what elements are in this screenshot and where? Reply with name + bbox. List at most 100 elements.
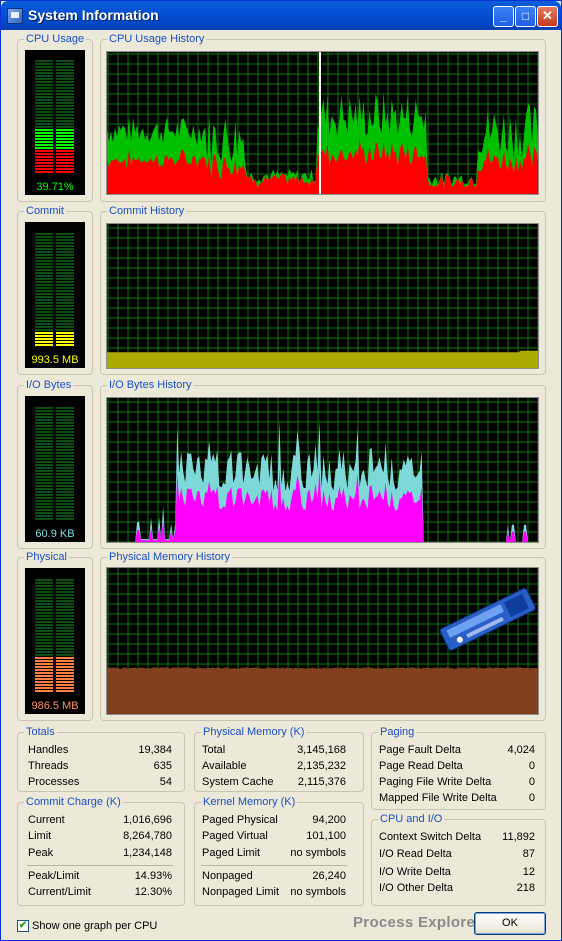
one-graph-per-cpu-checkbox[interactable]: ✔	[17, 920, 29, 932]
ok-button[interactable]: OK	[474, 912, 546, 935]
meter-segment	[56, 509, 74, 511]
commit-charge-row: Current/Limit 12.30%	[28, 884, 172, 900]
meter-segment	[56, 266, 74, 268]
meter-segment	[35, 636, 53, 638]
meter-segment	[35, 582, 53, 584]
meter-segment	[56, 479, 74, 481]
commit-history-graph[interactable]	[106, 223, 539, 369]
stat-name: Peak/Limit	[28, 870, 80, 882]
stat-name: Paged Limit	[202, 847, 261, 859]
meter-segment	[35, 440, 53, 442]
meter-segment	[35, 117, 53, 119]
meter-segment	[35, 518, 53, 520]
paging-row: Paging File Write Delta 0	[379, 774, 535, 790]
maximize-button[interactable]: □	[515, 6, 536, 27]
meter-segment	[35, 621, 53, 623]
meter-segment	[56, 123, 74, 125]
meter-segment	[56, 60, 74, 62]
meter-segment	[35, 132, 53, 134]
physical-memory-row: Total 3,145,168	[202, 742, 346, 758]
stat-value: 19,384	[138, 744, 172, 756]
io-history-graph[interactable]	[106, 397, 539, 543]
meter-segment	[35, 162, 53, 164]
meter-segment	[56, 651, 74, 653]
meter-segment	[35, 515, 53, 517]
meter-segment	[35, 612, 53, 614]
stat-name: Paged Virtual	[202, 830, 268, 842]
memory-stick-image	[439, 588, 536, 651]
meter-segment	[35, 275, 53, 277]
meter-segment	[56, 425, 74, 427]
meter-segment	[35, 129, 53, 131]
one-graph-per-cpu-label[interactable]: Show one graph per CPU	[32, 920, 157, 932]
meter-segment	[35, 171, 53, 173]
meter-segment	[56, 422, 74, 424]
meter-segment	[56, 407, 74, 409]
meter-segment	[56, 594, 74, 596]
physical-memory-table: Total 3,145,168 Available 2,135,232 System…	[202, 742, 346, 790]
cpu-history-graph[interactable]	[106, 51, 539, 195]
totals-row: Handles 19,384	[28, 742, 172, 758]
physical-meter: 986.5 MB	[25, 568, 85, 714]
meter-segment	[56, 311, 74, 313]
meter-segment	[35, 335, 53, 337]
commit-charge-table: Current 1,016,696 Limit 8,264,780 Peak 1,23…	[28, 812, 172, 862]
meter-segment	[56, 476, 74, 478]
meter-segment	[35, 278, 53, 280]
meter-segment	[56, 413, 74, 415]
minimize-button[interactable]: _	[493, 6, 514, 27]
meter-segment	[56, 335, 74, 337]
kernel-memory-table: Paged Physical 94,200 Paged Virtual 101,10…	[202, 812, 346, 862]
meter-segment	[35, 449, 53, 451]
stat-name: Paging File Write Delta	[379, 776, 492, 788]
meter-segment	[35, 509, 53, 511]
meter-segment	[56, 461, 74, 463]
meter-segment	[35, 338, 53, 340]
meter-segment	[35, 66, 53, 68]
meter-segment	[56, 684, 74, 686]
meter-segment	[56, 323, 74, 325]
meter-segment	[35, 248, 53, 250]
io-bytes-label: I/O Bytes	[24, 378, 74, 392]
meter-segment	[35, 431, 53, 433]
commit-label: Commit	[24, 204, 66, 218]
meter-segment	[35, 168, 53, 170]
meter-segment	[56, 612, 74, 614]
commit-charge-separator	[27, 865, 173, 866]
title-bar[interactable]: System Information _ □ ✕	[1, 1, 561, 30]
meter-segment	[56, 263, 74, 265]
meter-segment	[56, 452, 74, 454]
physical-history-group: Physical Memory History	[100, 550, 546, 721]
commit-meter-bars	[35, 233, 74, 346]
meter-segment	[35, 603, 53, 605]
close-button[interactable]: ✕	[537, 6, 558, 27]
meter-segment	[35, 317, 53, 319]
meter-segment	[35, 114, 53, 116]
paging-row: Page Fault Delta 4,024	[379, 742, 535, 758]
meter-segment	[35, 594, 53, 596]
meter-segment	[56, 275, 74, 277]
meter-segment	[35, 311, 53, 313]
meter-segment	[35, 428, 53, 430]
meter-segment	[56, 497, 74, 499]
meter-segment	[56, 81, 74, 83]
stat-value: 94,200	[312, 814, 346, 826]
meter-segment	[56, 117, 74, 119]
meter-segment	[35, 678, 53, 680]
stat-name: Page Read Delta	[379, 760, 463, 772]
stat-value: 26,240	[312, 870, 346, 882]
meter-segment	[35, 660, 53, 662]
meter-segment	[35, 233, 53, 235]
meter-segment	[56, 72, 74, 74]
meter-segment	[35, 302, 53, 304]
meter-segment	[56, 449, 74, 451]
meter-segment	[35, 90, 53, 92]
meter-segment	[35, 99, 53, 101]
meter-segment	[56, 326, 74, 328]
meter-segment	[56, 410, 74, 412]
stat-value: 218	[516, 882, 535, 894]
meter-segment	[35, 147, 53, 149]
meter-segment	[56, 648, 74, 650]
meter-segment	[35, 287, 53, 289]
meter-segment	[35, 272, 53, 274]
